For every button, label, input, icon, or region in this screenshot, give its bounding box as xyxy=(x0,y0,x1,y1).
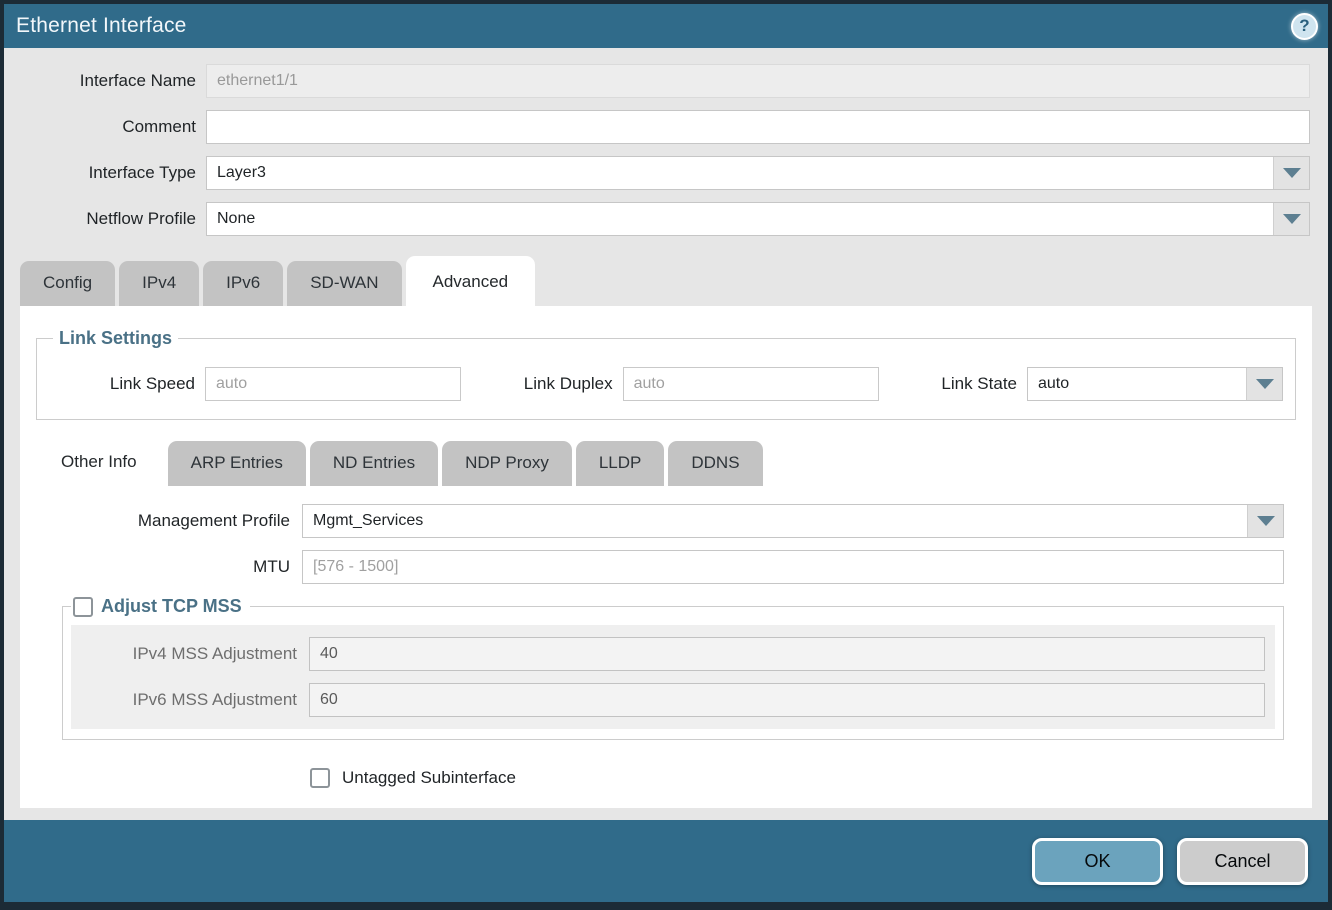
ipv4-mss-field xyxy=(309,637,1265,671)
comment-row: Comment xyxy=(22,110,1310,144)
interface-type-dropdown-button[interactable] xyxy=(1273,157,1309,189)
adjust-tcp-mss-group: Adjust TCP MSS IPv4 MSS Adjustment IPv6 … xyxy=(62,596,1284,740)
ok-button[interactable]: OK xyxy=(1032,838,1163,885)
dialog-title: Ethernet Interface xyxy=(16,14,187,38)
tab-config[interactable]: Config xyxy=(20,261,115,306)
tab-advanced[interactable]: Advanced xyxy=(406,256,536,306)
link-speed-field[interactable] xyxy=(205,367,461,401)
main-tab-bar: Config IPv4 IPv6 SD-WAN Advanced xyxy=(4,256,1328,306)
adjust-tcp-mss-legend: Adjust TCP MSS xyxy=(71,596,250,617)
netflow-profile-label: Netflow Profile xyxy=(22,209,206,229)
netflow-profile-dropdown[interactable]: None xyxy=(206,202,1310,236)
interface-type-dropdown[interactable]: Layer3 xyxy=(206,156,1310,190)
interface-name-field xyxy=(206,64,1310,98)
management-profile-value: Mgmt_Services xyxy=(303,505,1247,537)
tab-ipv4[interactable]: IPv4 xyxy=(119,261,199,306)
interface-form: Interface Name Comment Interface Type La… xyxy=(4,48,1328,248)
link-state-label: Link State xyxy=(941,374,1027,394)
link-settings-legend: Link Settings xyxy=(53,328,178,349)
netflow-profile-dropdown-button[interactable] xyxy=(1273,203,1309,235)
link-duplex-field[interactable] xyxy=(623,367,879,401)
netflow-profile-value: None xyxy=(207,203,1273,235)
ipv6-mss-label: IPv6 MSS Adjustment xyxy=(71,690,309,710)
interface-name-row: Interface Name xyxy=(22,64,1310,98)
subtab-nd-entries[interactable]: ND Entries xyxy=(310,441,438,486)
chevron-down-icon xyxy=(1256,379,1274,389)
link-state-value: auto xyxy=(1028,368,1246,400)
link-settings-title: Link Settings xyxy=(59,328,172,349)
chevron-down-icon xyxy=(1283,214,1301,224)
sub-tab-bar: Other Info ARP Entries ND Entries NDP Pr… xyxy=(20,436,1312,486)
footer-gap xyxy=(4,808,1328,820)
advanced-tab-panel: Link Settings Link Speed Link Duplex Lin… xyxy=(20,306,1312,808)
chevron-down-icon xyxy=(1257,516,1275,526)
mss-disabled-block: IPv4 MSS Adjustment IPv6 MSS Adjustment xyxy=(71,625,1275,729)
mtu-row: MTU xyxy=(20,550,1284,584)
ipv6-mss-row: IPv6 MSS Adjustment xyxy=(71,683,1275,717)
management-profile-label: Management Profile xyxy=(20,511,302,531)
subtab-lldp[interactable]: LLDP xyxy=(576,441,665,486)
management-profile-dropdown[interactable]: Mgmt_Services xyxy=(302,504,1284,538)
link-duplex-label: Link Duplex xyxy=(524,374,623,394)
interface-type-row: Interface Type Layer3 xyxy=(22,156,1310,190)
untagged-subinterface-checkbox[interactable] xyxy=(310,768,330,788)
ipv4-mss-row: IPv4 MSS Adjustment xyxy=(71,637,1275,671)
mtu-field[interactable] xyxy=(302,550,1284,584)
link-settings-group: Link Settings Link Speed Link Duplex Lin… xyxy=(36,328,1296,420)
interface-type-value: Layer3 xyxy=(207,157,1273,189)
cancel-button[interactable]: Cancel xyxy=(1177,838,1308,885)
subtab-other-info[interactable]: Other Info xyxy=(34,436,164,486)
adjust-tcp-mss-title: Adjust TCP MSS xyxy=(101,596,242,617)
other-info-panel: Management Profile Mgmt_Services MTU Adj… xyxy=(20,486,1312,788)
untagged-subinterface-row: Untagged Subinterface xyxy=(310,768,1284,788)
netflow-profile-row: Netflow Profile None xyxy=(22,202,1310,236)
mtu-label: MTU xyxy=(20,557,302,577)
comment-field[interactable] xyxy=(206,110,1310,144)
tab-ipv6[interactable]: IPv6 xyxy=(203,261,283,306)
link-settings-row: Link Speed Link Duplex Link State auto xyxy=(49,367,1283,401)
chevron-down-icon xyxy=(1283,168,1301,178)
subtab-arp-entries[interactable]: ARP Entries xyxy=(168,441,306,486)
untagged-subinterface-label: Untagged Subinterface xyxy=(342,768,516,788)
comment-label: Comment xyxy=(22,117,206,137)
interface-name-label: Interface Name xyxy=(22,71,206,91)
dialog-titlebar: Ethernet Interface ? xyxy=(4,4,1328,48)
tab-sdwan[interactable]: SD-WAN xyxy=(287,261,401,306)
help-icon[interactable]: ? xyxy=(1291,13,1318,40)
ethernet-interface-dialog: Ethernet Interface ? Interface Name Comm… xyxy=(0,0,1332,910)
management-profile-row: Management Profile Mgmt_Services xyxy=(20,504,1284,538)
subtab-ddns[interactable]: DDNS xyxy=(668,441,762,486)
interface-type-label: Interface Type xyxy=(22,163,206,183)
management-profile-dropdown-button[interactable] xyxy=(1247,505,1283,537)
subtab-ndp-proxy[interactable]: NDP Proxy xyxy=(442,441,572,486)
dialog-footer: OK Cancel xyxy=(4,820,1328,902)
adjust-tcp-mss-checkbox[interactable] xyxy=(73,597,93,617)
link-state-dropdown[interactable]: auto xyxy=(1027,367,1283,401)
ipv4-mss-label: IPv4 MSS Adjustment xyxy=(71,644,309,664)
ipv6-mss-field xyxy=(309,683,1265,717)
link-speed-label: Link Speed xyxy=(49,374,205,394)
link-state-dropdown-button[interactable] xyxy=(1246,368,1282,400)
